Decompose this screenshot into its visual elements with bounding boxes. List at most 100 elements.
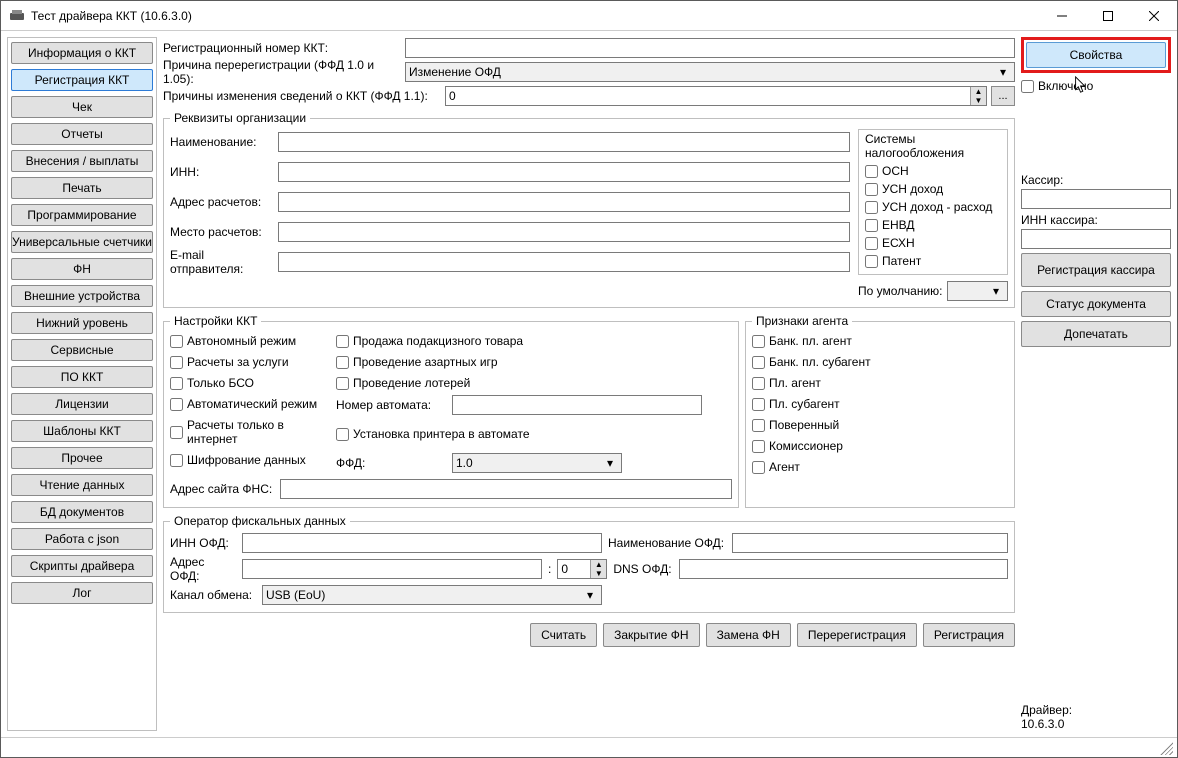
replace-fn-button[interactable]: Замена ФН [706,623,791,647]
sidebar-item-reports[interactable]: Отчеты [11,123,153,145]
sidebar-item-external[interactable]: Внешние устройства [11,285,153,307]
org-calc-addr-label: Адрес расчетов: [170,195,274,209]
spin-up-icon[interactable]: ▲ [590,560,606,569]
internet-only-checkbox[interactable] [170,426,183,439]
org-fieldset: Реквизиты организации Наименование: ИНН:… [163,111,1015,308]
read-button[interactable]: Считать [530,623,597,647]
ofd-inn-label: ИНН ОФД: [170,536,236,550]
ofd-inn-input[interactable] [242,533,602,553]
doc-status-button[interactable]: Статус документа [1021,291,1171,317]
maximize-button[interactable] [1085,1,1131,31]
org-legend: Реквизиты организации [170,111,310,125]
agent-pay-agent-checkbox[interactable] [752,377,765,390]
ofd-channel-select[interactable]: USB (EoU) ▾ [262,585,602,605]
org-name-input[interactable] [278,132,850,152]
ofd-port-spin[interactable]: 0 ▲▼ [557,559,607,579]
change-reasons-spin[interactable]: 0 ▲▼ [445,86,987,106]
cashier-input[interactable] [1021,189,1171,209]
sidebar-item-programming[interactable]: Программирование [11,204,153,226]
automat-number-label: Номер автомата: [336,398,446,412]
resize-grip-icon[interactable] [1159,741,1173,755]
agent-bank-subagent-checkbox[interactable] [752,356,765,369]
spin-down-icon[interactable]: ▼ [970,96,986,105]
auto-mode-checkbox[interactable] [170,398,183,411]
org-inn-input[interactable] [278,162,850,182]
lottery-checkbox[interactable] [336,377,349,390]
sidebar-item-licenses[interactable]: Лицензии [11,393,153,415]
tax-envd-checkbox[interactable] [865,219,878,232]
reg-number-label: Регистрационный номер ККТ: [163,41,401,55]
close-button[interactable] [1131,1,1177,31]
fns-addr-input[interactable] [280,479,732,499]
sidebar-item-json[interactable]: Работа с json [11,528,153,550]
ofd-name-input[interactable] [732,533,1008,553]
sidebar-item-counters[interactable]: Универсальные счетчики [11,231,153,253]
sidebar-item-templates[interactable]: Шаблоны ККТ [11,420,153,442]
sidebar-item-other[interactable]: Прочее [11,447,153,469]
sidebar-item-payments[interactable]: Внесения / выплаты [11,150,153,172]
spin-up-icon[interactable]: ▲ [970,87,986,96]
reg-button[interactable]: Регистрация [923,623,1015,647]
ofd-addr-input[interactable] [242,559,542,579]
tax-usn-income-exp-checkbox[interactable] [865,201,878,214]
cashier-inn-input[interactable] [1021,229,1171,249]
agent-agent-checkbox[interactable] [752,461,765,474]
org-calc-place-input[interactable] [278,222,850,242]
excise-checkbox[interactable] [336,335,349,348]
agent-attorney-checkbox[interactable] [752,419,765,432]
gambling-checkbox[interactable] [336,356,349,369]
agent-bank-agent-checkbox[interactable] [752,335,765,348]
org-email-input[interactable] [278,252,850,272]
minimize-button[interactable] [1039,1,1085,31]
sidebar-item-low-level[interactable]: Нижний уровень [11,312,153,334]
rereg-reason-select[interactable]: Изменение ОФД ▾ [405,62,1015,82]
ofd-fieldset: Оператор фискальных данных ИНН ОФД: Наим… [163,514,1015,613]
reprint-button[interactable]: Допечатать [1021,321,1171,347]
rereg-button[interactable]: Перерегистрация [797,623,917,647]
ofd-dns-label: DNS ОФД: [613,562,673,576]
ofd-channel-label: Канал обмена: [170,588,256,602]
tax-usn-income-checkbox[interactable] [865,183,878,196]
sidebar-item-firmware[interactable]: ПО ККТ [11,366,153,388]
autonomous-checkbox[interactable] [170,335,183,348]
sidebar-item-log[interactable]: Лог [11,582,153,604]
sidebar-item-print[interactable]: Печать [11,177,153,199]
properties-button[interactable]: Свойства [1026,42,1166,68]
org-inn-label: ИНН: [170,165,274,179]
tax-systems-box: Системы налогообложения ОСН УСН доход УС… [858,129,1008,275]
change-reasons-browse-button[interactable]: ... [991,86,1015,106]
tax-systems-title: Системы налогообложения [865,132,1001,160]
sidebar-item-fn[interactable]: ФН [11,258,153,280]
chevron-down-icon: ▾ [988,284,1004,298]
sidebar-item-read-data[interactable]: Чтение данных [11,474,153,496]
tax-eshn-checkbox[interactable] [865,237,878,250]
tax-patent-checkbox[interactable] [865,255,878,268]
spin-down-icon[interactable]: ▼ [590,569,606,578]
kkt-settings-legend: Настройки ККТ [170,314,261,328]
properties-highlight: Свойства [1021,37,1171,73]
sidebar-item-service[interactable]: Сервисные [11,339,153,361]
sidebar-item-info[interactable]: Информация о ККТ [11,42,153,64]
bso-only-checkbox[interactable] [170,377,183,390]
sidebar-item-receipt[interactable]: Чек [11,96,153,118]
reg-cashier-button[interactable]: Регистрация кассира [1021,253,1171,287]
ofd-dns-input[interactable] [679,559,1008,579]
enabled-checkbox[interactable] [1021,80,1034,93]
org-calc-addr-input[interactable] [278,192,850,212]
ffd-select[interactable]: 1.0▾ [452,453,622,473]
sidebar: Информация о ККТ Регистрация ККТ Чек Отч… [7,37,157,731]
agent-pay-subagent-checkbox[interactable] [752,398,765,411]
close-fn-button[interactable]: Закрытие ФН [603,623,699,647]
main-panel: Регистрационный номер ККТ: Причина перер… [163,37,1015,731]
automat-number-input[interactable] [452,395,702,415]
tax-osn-checkbox[interactable] [865,165,878,178]
default-tax-select[interactable]: ▾ [947,281,1009,301]
sidebar-item-db[interactable]: БД документов [11,501,153,523]
reg-number-input[interactable] [405,38,1015,58]
sidebar-item-registration[interactable]: Регистрация ККТ [11,69,153,91]
sidebar-item-scripts[interactable]: Скрипты драйвера [11,555,153,577]
agent-commissioner-checkbox[interactable] [752,440,765,453]
encryption-checkbox[interactable] [170,454,183,467]
printer-in-automat-checkbox[interactable] [336,428,349,441]
services-checkbox[interactable] [170,356,183,369]
